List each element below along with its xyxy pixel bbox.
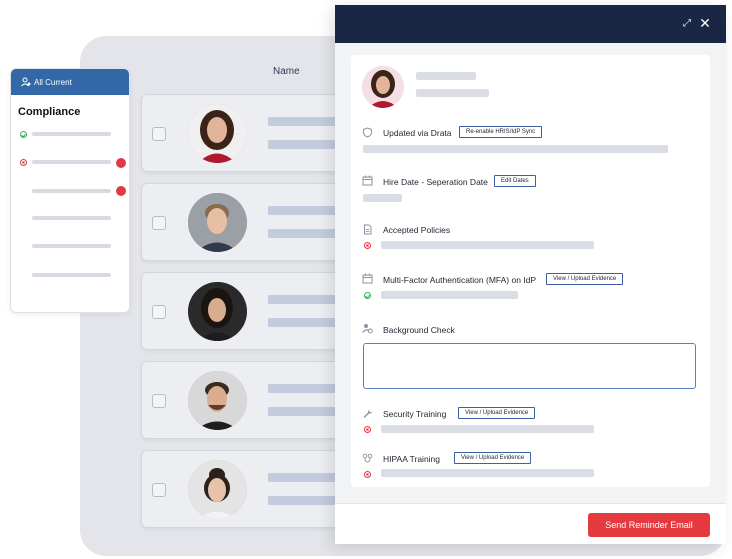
hipaa-view-upload-evidence-button[interactable]: View / Upload Evidence: [454, 452, 532, 464]
avatar: [362, 66, 404, 108]
section-label: Multi-Factor Authentication (MFA) on IdP: [383, 275, 537, 285]
security-view-upload-evidence-button[interactable]: View / Upload Evidence: [458, 407, 536, 419]
compliance-item: [32, 189, 111, 193]
compliance-title: Compliance: [18, 106, 81, 118]
background-check-input[interactable]: [363, 343, 696, 389]
table-row[interactable]: [141, 94, 348, 172]
close-icon[interactable]: ✕: [698, 16, 712, 30]
filter-label: All Current: [34, 77, 72, 87]
compliance-item: [32, 216, 111, 220]
section-label: Accepted Policies: [383, 225, 451, 235]
section-label: HIPAA Training: [383, 454, 441, 464]
error-circle-icon: [364, 242, 371, 249]
error-circle-icon: [364, 471, 371, 478]
title-placeholder: [416, 89, 489, 97]
row-checkbox[interactable]: [152, 216, 166, 230]
table-row[interactable]: [141, 450, 348, 528]
compliance-card: All Current Compliance: [10, 68, 130, 313]
error-circle-icon: [364, 426, 371, 433]
user-check-icon: [362, 323, 373, 334]
alert-dot: [116, 158, 126, 168]
row-checkbox[interactable]: [152, 394, 166, 408]
check-circle-icon: [364, 292, 371, 299]
name-column-header[interactable]: Name: [273, 66, 300, 77]
send-reminder-email-button[interactable]: Send Reminder Email: [588, 513, 710, 537]
section-label: Security Training: [383, 409, 447, 419]
alert-dot: [116, 186, 126, 196]
wrench-icon: [362, 408, 373, 419]
avatar: [188, 104, 247, 163]
avatar: [188, 371, 247, 430]
value-placeholder: [363, 194, 402, 202]
expand-icon[interactable]: ⤢: [681, 18, 693, 30]
personnel-drawer: ⤢ ✕ Updated via Drata Re-enable HRIS/IdP…: [335, 5, 726, 544]
drawer-header: ⤢ ✕: [335, 5, 726, 43]
calendar-icon: [362, 175, 373, 186]
value-placeholder: [381, 241, 594, 249]
compliance-item: [32, 273, 111, 277]
value-placeholder: [381, 291, 518, 299]
section-label: Background Check: [383, 325, 455, 335]
table-row[interactable]: [141, 272, 348, 350]
value-placeholder: [363, 145, 668, 153]
section-label: Updated via Drata: [383, 128, 452, 138]
shield-icon: [362, 127, 373, 138]
document-icon: [362, 224, 373, 235]
value-placeholder: [381, 425, 594, 433]
row-checkbox[interactable]: [152, 305, 166, 319]
error-circle-icon: [20, 159, 27, 166]
edit-dates-button[interactable]: Edit Dates: [494, 175, 536, 187]
all-current-filter[interactable]: All Current: [11, 69, 129, 95]
table-row[interactable]: [141, 361, 348, 439]
row-checkbox[interactable]: [152, 483, 166, 497]
value-placeholder: [381, 469, 594, 477]
row-checkbox[interactable]: [152, 127, 166, 141]
user-badge-icon: [21, 77, 31, 87]
name-placeholder: [416, 72, 476, 80]
check-circle-icon: [20, 131, 27, 138]
drawer-content-card: Updated via Drata Re-enable HRIS/IdP Syn…: [351, 55, 710, 487]
table-row[interactable]: [141, 183, 348, 261]
re-enable-sync-button[interactable]: Re-enable HRIS/IdP Sync: [459, 126, 543, 138]
compliance-item: [32, 132, 111, 136]
avatar: [188, 460, 247, 519]
compliance-item: [32, 244, 111, 248]
drawer-footer: Send Reminder Email: [335, 503, 726, 544]
avatar: [188, 193, 247, 252]
calendar-icon: [362, 273, 373, 284]
compliance-item: [32, 160, 111, 164]
mfa-view-upload-evidence-button[interactable]: View / Upload Evidence: [546, 273, 624, 285]
section-label: Hire Date - Seperation Date: [383, 177, 488, 187]
avatar: [188, 282, 247, 341]
medical-icon: [362, 453, 373, 464]
